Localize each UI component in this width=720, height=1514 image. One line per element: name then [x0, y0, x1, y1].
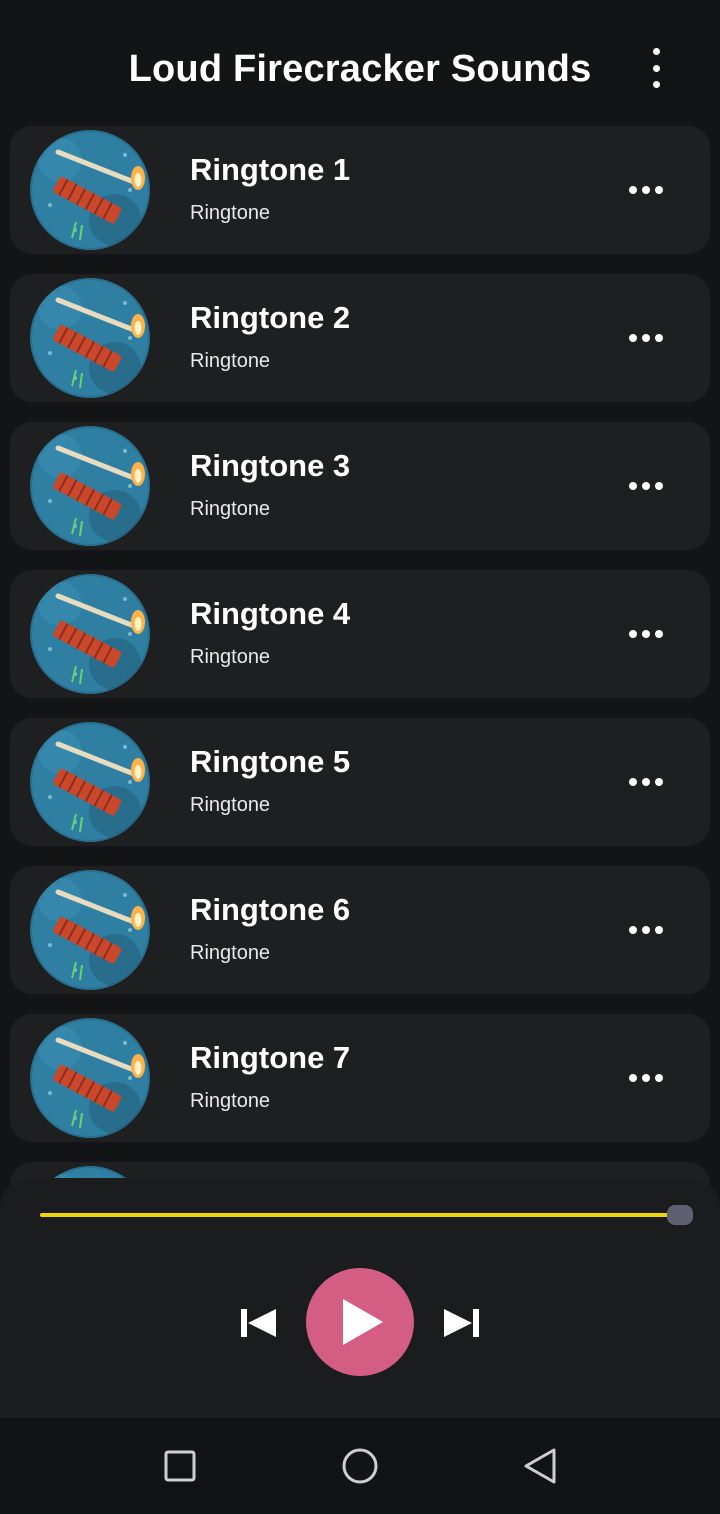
ringtone-subtitle: Ringtone — [190, 942, 271, 964]
back-triangle-icon[interactable] — [520, 1446, 560, 1486]
ringtone-title: Ringtone 3 — [190, 448, 351, 483]
ringtone-title: Ringtone 1 — [190, 152, 351, 187]
progress-slider[interactable] — [40, 1213, 680, 1217]
ringtone-item-5[interactable]: Ringtone 5 Ringtone — [10, 718, 710, 846]
ringtone-thumbnail — [30, 1018, 150, 1138]
recents-square-icon[interactable] — [160, 1446, 200, 1486]
system-nav-bar — [0, 1418, 720, 1514]
more-horiz-icon[interactable] — [622, 326, 670, 350]
ringtone-thumbnail — [30, 278, 150, 398]
more-vert-icon[interactable] — [640, 48, 672, 88]
more-horiz-icon[interactable] — [622, 1066, 670, 1090]
ringtone-title: Ringtone 4 — [190, 596, 351, 631]
ringtone-thumbnail — [30, 722, 150, 842]
ringtone-subtitle: Ringtone — [190, 646, 271, 668]
ringtone-subtitle: Ringtone — [190, 1090, 271, 1112]
skip-previous-icon[interactable] — [236, 1306, 280, 1340]
ringtone-title: Ringtone 6 — [190, 892, 351, 927]
more-horiz-icon[interactable] — [622, 474, 670, 498]
progress-slider-thumb[interactable] — [667, 1205, 693, 1225]
ringtone-title: Ringtone 5 — [190, 744, 351, 779]
ringtone-item-3[interactable]: Ringtone 3 Ringtone — [10, 422, 710, 550]
more-horiz-icon[interactable] — [622, 178, 670, 202]
more-horiz-icon[interactable] — [622, 622, 670, 646]
play-icon — [343, 1299, 383, 1345]
app-header: Loud Firecracker Sounds — [0, 0, 720, 126]
more-horiz-icon[interactable] — [622, 918, 670, 942]
ringtone-thumbnail — [30, 574, 150, 694]
play-button[interactable] — [306, 1268, 414, 1376]
home-circle-icon[interactable] — [340, 1446, 380, 1486]
ringtone-subtitle: Ringtone — [190, 794, 271, 816]
ringtone-item-7[interactable]: Ringtone 7 Ringtone — [10, 1014, 710, 1142]
ringtone-subtitle: Ringtone — [190, 202, 271, 224]
player-panel — [0, 1178, 720, 1418]
ringtone-title: Ringtone 7 — [190, 1040, 351, 1075]
skip-next-icon[interactable] — [440, 1306, 484, 1340]
ringtone-subtitle: Ringtone — [190, 498, 271, 520]
more-horiz-icon[interactable] — [622, 770, 670, 794]
ringtone-thumbnail — [30, 130, 150, 250]
ringtone-item-2[interactable]: Ringtone 2 Ringtone — [10, 274, 710, 402]
ringtone-item-6[interactable]: Ringtone 6 Ringtone — [10, 866, 710, 994]
ringtone-item-4[interactable]: Ringtone 4 Ringtone — [10, 570, 710, 698]
ringtone-subtitle: Ringtone — [190, 350, 271, 372]
ringtone-thumbnail — [30, 870, 150, 990]
ringtone-item-1[interactable]: Ringtone 1 Ringtone — [10, 126, 710, 254]
ringtone-title: Ringtone 2 — [190, 300, 351, 335]
ringtone-thumbnail — [30, 426, 150, 546]
page-title: Loud Firecracker Sounds — [128, 48, 592, 90]
